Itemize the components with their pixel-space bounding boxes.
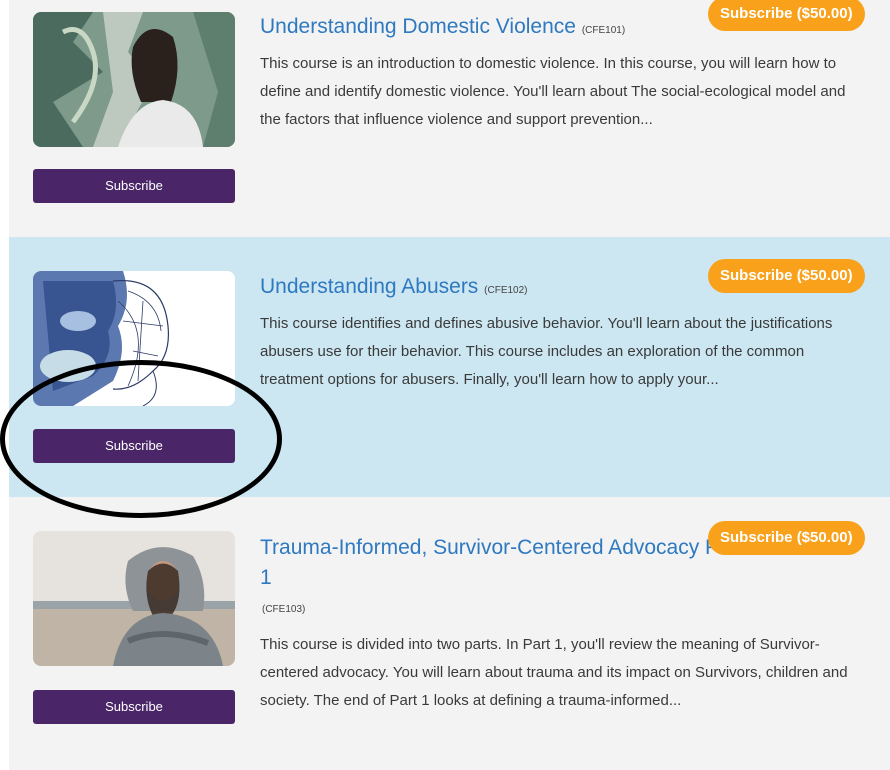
course-row-highlighted: Subscribe Understanding Abusers (CFE102)… [9,237,890,497]
subscribe-button[interactable]: Subscribe [33,690,235,724]
course-title[interactable]: Trauma-Informed, Survivor-Centered Advoc… [260,533,760,593]
course-code: (CFE103) [262,604,306,615]
face-sketch-image [33,271,235,406]
course-row: Subscribe Understanding Domestic Violenc… [9,0,890,237]
course-title-text[interactable]: Understanding Abusers [260,275,478,298]
course-code: (CFE101) [581,25,626,36]
course-title-text[interactable]: Understanding Domestic Violence [260,15,576,38]
woman-on-beach-image [33,531,235,666]
course-thumbnail[interactable] [33,12,235,147]
course-thumbnail[interactable] [33,531,235,666]
woman-against-wall-image [33,12,235,147]
course-description: This course identifies and defines abusi… [260,315,833,388]
subscribe-button[interactable]: Subscribe [33,169,235,203]
subscribe-price-badge[interactable]: Subscribe ($50.00) [708,259,865,293]
subscribe-price-badge[interactable]: Subscribe ($50.00) [708,0,865,31]
course-title[interactable]: Understanding Domestic Violence (CFE101) [260,12,625,46]
course-description: This course is an introduction to domest… [260,55,846,128]
course-description: This course is divided into two parts. I… [260,636,848,709]
course-row: Subscribe Trauma-Informed, Survivor-Cent… [9,497,890,770]
subscribe-price-badge[interactable]: Subscribe ($50.00) [708,521,865,555]
course-code: (CFE102) [484,285,528,296]
course-title[interactable]: Understanding Abusers (CFE102) [260,272,528,306]
subscribe-button[interactable]: Subscribe [33,429,235,463]
course-thumbnail[interactable] [33,271,235,406]
